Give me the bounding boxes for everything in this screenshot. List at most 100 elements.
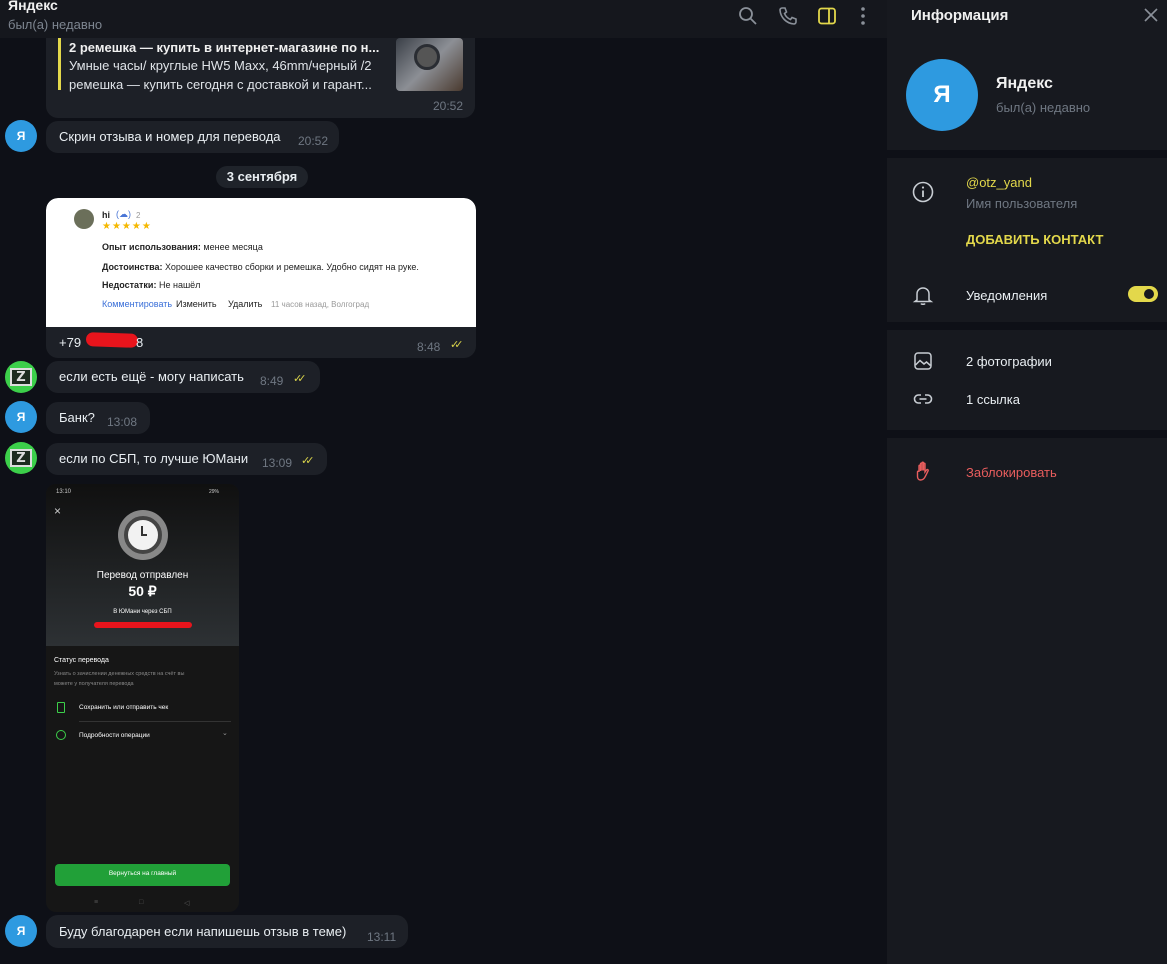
avatar[interactable]: Z <box>5 361 37 393</box>
cons-value: Не нашёл <box>156 280 201 290</box>
message-time: 13:08 <box>107 415 138 429</box>
profile-status: был(а) недавно <box>996 100 1091 115</box>
chat-title[interactable]: Яндекс <box>8 0 58 13</box>
review-comment-link: Комментировать <box>102 299 173 309</box>
message-text: если по СБП, то лучше ЮМани <box>59 451 249 466</box>
redaction-mark <box>94 622 192 628</box>
receipt-screenshot[interactable]: 13:10 29% × Перевод отправлен 50 ₽ В ЮМа… <box>46 484 239 912</box>
message-bubble[interactable]: Банк? 13:08 <box>46 402 150 434</box>
hand-icon <box>916 461 929 481</box>
username-label: Имя пользователя <box>966 196 1078 211</box>
link-icon <box>913 394 933 404</box>
section-divider <box>887 150 1167 158</box>
username-link[interactable]: @otz_yand <box>966 175 1032 190</box>
receipt-title: Перевод отправлен <box>96 570 189 581</box>
pros-value: Хорошее качество сборки и ремешка. Удобн… <box>162 262 419 272</box>
details-row: Подробности операции <box>79 732 150 739</box>
phone-battery: 29% <box>209 489 220 495</box>
status-text-2: можете у получателя перевода <box>54 681 134 687</box>
watch-image <box>414 44 440 70</box>
info-circle-icon <box>56 730 66 740</box>
message-bubble[interactable]: если есть ещё - могу написать 8:49 ✓✓ <box>46 361 320 393</box>
z-logo-icon: Z <box>10 449 32 467</box>
review-screenshot[interactable]: hi (☁) 2 ★★★★★ Опыт использования: менее… <box>46 198 476 327</box>
date-divider: 3 сентября <box>216 166 308 188</box>
avatar[interactable]: Я <box>5 915 37 947</box>
message-text: если есть ещё - могу написать <box>59 369 244 384</box>
nav-home-icon: □ <box>139 899 144 906</box>
photos-link[interactable]: 2 фотографии <box>966 354 1052 369</box>
notifications-toggle[interactable] <box>1128 286 1158 302</box>
nav-menu-icon: ≡ <box>94 899 99 906</box>
close-icon[interactable] <box>1143 7 1159 23</box>
back-home-button: Вернуться на главный <box>55 864 230 886</box>
add-contact-button[interactable]: ДОБАВИТЬ КОНТАКТ <box>966 232 1103 247</box>
sidebar-toggle-icon[interactable] <box>817 6 837 26</box>
receipt-subtitle: В ЮМани через СБП <box>113 609 172 615</box>
status-text-1: Узнать о зачислении денежных средств на … <box>54 671 185 677</box>
avatar[interactable]: Я <box>5 401 37 433</box>
phone-end: 8 <box>136 335 144 350</box>
avatar[interactable]: Я <box>5 120 37 152</box>
message-time: 20:52 <box>298 134 329 148</box>
message-time: 20:52 <box>433 99 464 113</box>
notifications-label: Уведомления <box>966 288 1048 303</box>
preview-thumbnail[interactable] <box>396 38 463 91</box>
status-heading: Статус перевода <box>54 657 109 664</box>
message-bubble[interactable]: Скрин отзыва и номер для перевода 20:52 <box>46 121 339 153</box>
message-text: Буду благодарен если напишешь отзыв в те… <box>59 924 347 939</box>
section-divider <box>887 430 1167 438</box>
message-time: 8:49 <box>260 374 284 388</box>
avatar[interactable]: Z <box>5 442 37 474</box>
read-checks-icon: ✓✓ <box>301 455 315 467</box>
row-divider <box>79 721 231 722</box>
z-logo-icon: Z <box>10 368 32 386</box>
read-checks-icon: ✓✓ <box>293 373 307 385</box>
exp-label: Опыт использования: <box>102 242 201 252</box>
chat-status: был(а) недавно <box>8 17 103 32</box>
review-cons: Недостатки: Не нашёл <box>102 280 200 290</box>
links-link[interactable]: 1 ссылка <box>966 392 1020 407</box>
info-panel: Информация Я Яндекс был(а) недавно @otz_… <box>887 0 1167 964</box>
section-divider <box>887 322 1167 330</box>
phone-status-time: 13:10 <box>56 489 72 495</box>
message-time: 13:09 <box>262 456 293 470</box>
toggle-knob <box>1142 287 1156 301</box>
phone-start: +79 <box>59 335 82 350</box>
search-icon[interactable] <box>738 6 758 26</box>
info-icon <box>912 181 934 203</box>
review-meta: 11 часов назад, Волгоград <box>271 300 370 309</box>
review-experience: Опыт использования: менее месяца <box>102 242 263 252</box>
reviewer-count: 2 <box>136 211 141 220</box>
receipt-close-icon: × <box>54 504 62 518</box>
preview-accent-bar <box>58 38 61 90</box>
back-home-label: Вернуться на главный <box>108 870 177 877</box>
chat-header: Яндекс был(а) недавно <box>0 0 887 38</box>
cons-label: Недостатки: <box>102 280 157 290</box>
pros-label: Достоинства: <box>102 262 163 272</box>
receipt-amount: 50 ₽ <box>128 583 157 599</box>
android-nav-bar: ≡ □ ◁ <box>46 896 239 912</box>
review-message[interactable]: hi (☁) 2 ★★★★★ Опыт использования: менее… <box>46 198 476 358</box>
message-bubble[interactable]: Буду благодарен если напишешь отзыв в те… <box>46 915 408 948</box>
reviewer-name: hi <box>102 210 110 220</box>
read-checks-icon: ✓✓ <box>450 339 464 351</box>
preview-title[interactable]: 2 ремешка — купить в интернет-магазине п… <box>69 40 379 55</box>
message-time: 13:11 <box>367 930 397 944</box>
message-time: 8:48 <box>417 340 441 354</box>
save-receipt-row: Сохранить или отправить чек <box>79 704 169 711</box>
profile-avatar[interactable]: Я <box>906 59 978 131</box>
message-bubble[interactable]: если по СБП, то лучше ЮМани 13:09 ✓✓ <box>46 443 327 475</box>
block-button[interactable]: Заблокировать <box>966 465 1057 480</box>
reviewer-avatar <box>74 209 94 229</box>
rating-stars: ★★★★★ <box>102 221 152 232</box>
phone-icon[interactable] <box>778 6 798 26</box>
review-delete-link: Удалить <box>228 299 263 309</box>
exp-value: менее месяца <box>200 242 263 252</box>
redaction-mark <box>85 332 139 348</box>
info-title: Информация <box>911 7 1009 24</box>
more-icon[interactable] <box>853 6 873 26</box>
chevron-down-icon: ⌄ <box>222 730 228 737</box>
message-text: Скрин отзыва и номер для перевода <box>59 129 281 144</box>
chat-pane: 2 ремешка — купить в интернет-магазине п… <box>0 0 887 964</box>
